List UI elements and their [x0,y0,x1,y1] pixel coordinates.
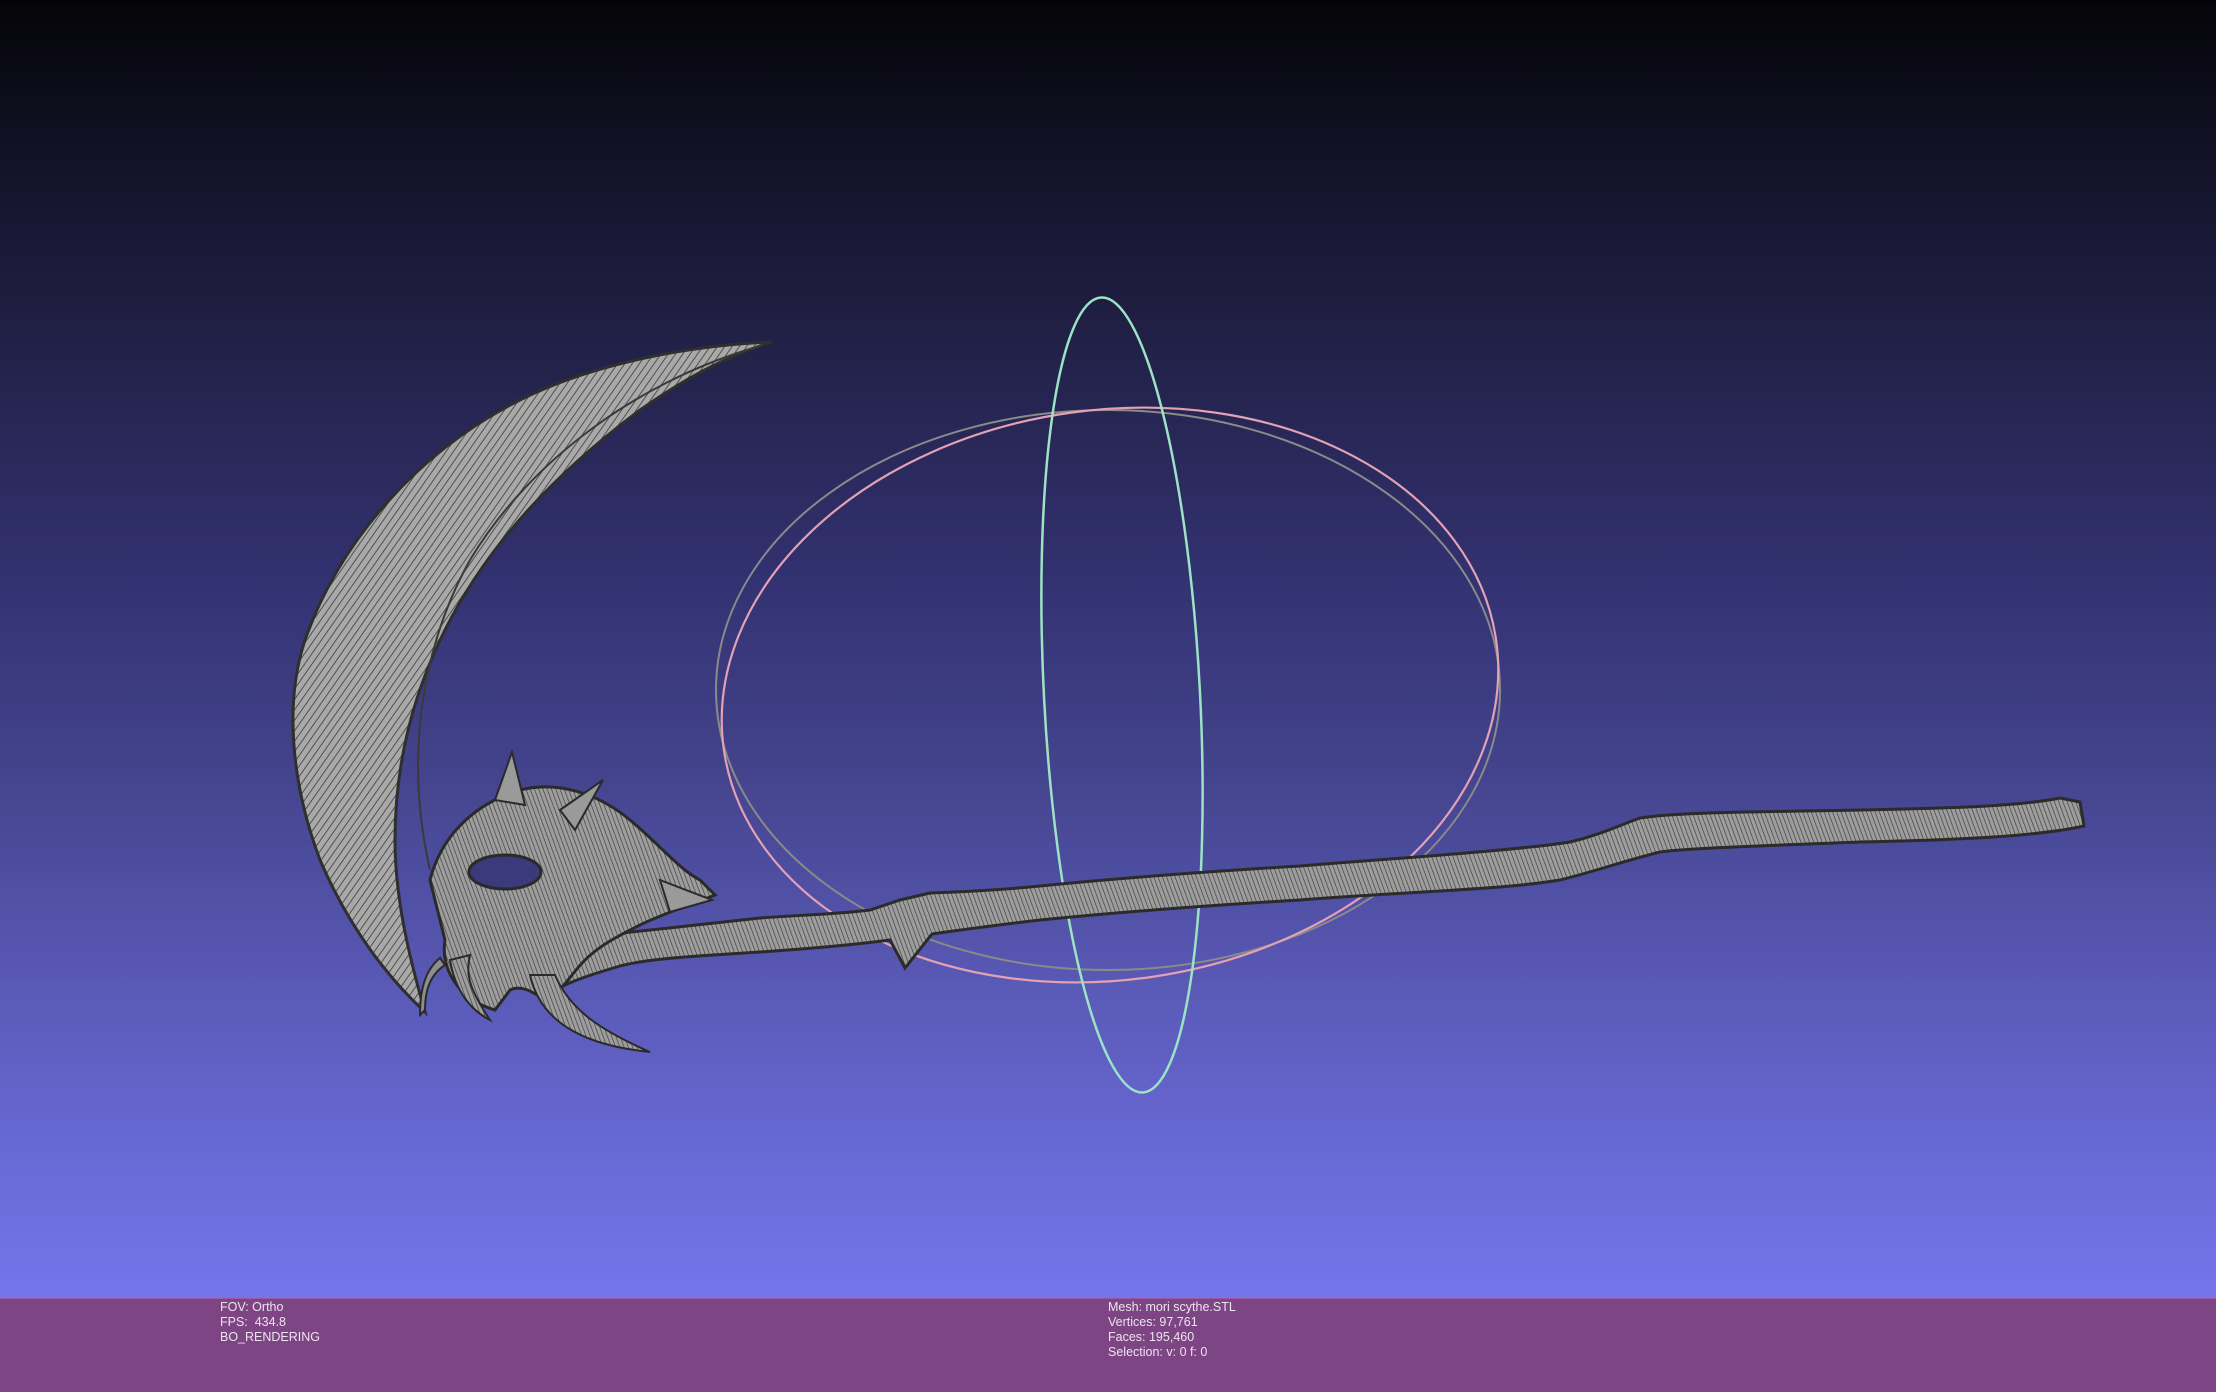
head-spike-1 [493,748,527,807]
render-info-panel: FOV: Ortho FPS: 434.8 BO_RENDERING [220,1300,320,1345]
mesh-info-panel: Mesh: mori scythe.STL Vertices: 97,761 F… [1108,1300,1236,1360]
render-mode-label: BO_RENDERING [220,1330,321,1344]
trackball-gizmo[interactable] [684,293,1536,1096]
vertices-count-label: Vertices: 97,761 [1108,1315,1198,1329]
fps-label: FPS: 434.8 [220,1315,287,1329]
trackball-vertical-ring [1040,296,1204,1094]
faces-count-label: Faces: 195,460 [1108,1330,1195,1344]
selection-label: Selection: v: 0 f: 0 [1108,1345,1208,1359]
fov-label: FOV: Ortho [220,1300,284,1314]
scythe-shaft [554,796,2086,988]
lower-claw-2 [528,974,651,1053]
mesh-name-label: Mesh: mori scythe.STL [1108,1300,1236,1314]
lower-claw-3 [418,956,447,1018]
scene-canvas[interactable] [0,0,2216,1298]
scythe-mesh[interactable] [291,340,2086,1053]
head-ring-hole [467,853,543,891]
3d-viewport[interactable] [0,0,2216,1298]
